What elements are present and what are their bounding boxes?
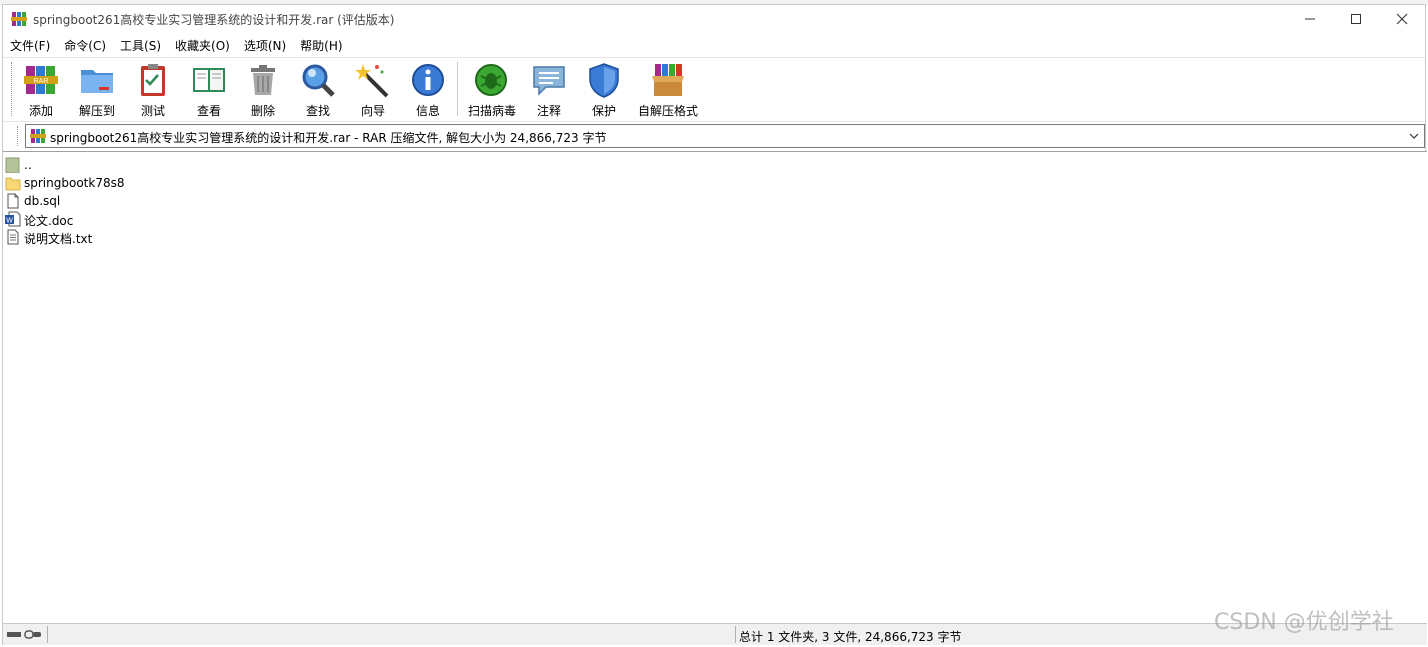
svg-text:RAR: RAR <box>34 78 49 85</box>
watermark: CSDN @优创学社 <box>1214 610 1394 635</box>
add-button[interactable]: RAR 添加 <box>13 60 69 118</box>
close-icon <box>1396 13 1408 25</box>
menu-tools[interactable]: 工具(S) <box>113 35 168 55</box>
file-name: db.sql <box>24 194 61 208</box>
title-bar: springboot261高校专业实习管理系统的设计和开发.rar (评估版本) <box>3 5 1425 33</box>
comment-button[interactable]: 注释 <box>521 60 577 118</box>
file-name: springbootk78s8 <box>24 176 125 190</box>
wizard-wand-icon <box>355 64 389 98</box>
text-file-icon <box>7 229 19 245</box>
info-label: 信息 <box>415 104 440 118</box>
file-name: 论文.doc <box>24 214 74 228</box>
info-button[interactable]: 信息 <box>400 60 456 118</box>
file-icon <box>7 193 19 209</box>
maximize-icon <box>1351 14 1361 24</box>
chevron-down-icon[interactable] <box>1408 129 1420 143</box>
status-divider <box>47 626 48 643</box>
sfx-box-icon <box>652 64 684 96</box>
find-button[interactable]: 查找 <box>290 60 346 118</box>
address-bar: springboot261高校专业实习管理系统的设计和开发.rar - RAR … <box>3 121 1425 149</box>
view-button[interactable]: 查看 <box>181 60 237 118</box>
svg-text:W: W <box>6 218 13 225</box>
view-label: 查看 <box>196 104 221 118</box>
drive-network-icon[interactable] <box>5 626 45 643</box>
rar-archive-icon <box>30 129 46 143</box>
comment-label: 注释 <box>536 104 561 118</box>
minimize-icon <box>1305 18 1315 20</box>
wizard-button[interactable]: 向导 <box>345 60 401 118</box>
sfx-label: 自解压格式 <box>637 104 698 118</box>
virus-scan-icon <box>475 64 507 96</box>
menu-help[interactable]: 帮助(H) <box>293 35 349 55</box>
test-label: 测试 <box>140 104 165 118</box>
address-text: springboot261高校专业实习管理系统的设计和开发.rar - RAR … <box>50 131 607 145</box>
address-grip[interactable] <box>17 126 20 146</box>
winrar-app-icon <box>11 12 27 26</box>
protect-button[interactable]: 保护 <box>576 60 632 118</box>
menu-file[interactable]: 文件(F) <box>3 35 57 55</box>
maximize-button[interactable] <box>1333 5 1379 33</box>
test-clipboard-icon <box>141 64 165 96</box>
scan-virus-button[interactable]: 扫描病毒 <box>463 60 521 118</box>
info-icon <box>412 64 444 96</box>
status-divider <box>735 626 736 643</box>
shield-icon <box>589 63 619 98</box>
extract-folder-icon <box>81 70 113 93</box>
list-item[interactable]: springbootk78s8 <box>5 174 605 192</box>
folder-icon <box>5 177 21 191</box>
trash-icon <box>251 65 275 95</box>
word-document-icon: W <box>5 211 21 227</box>
file-name: 说明文档.txt <box>24 232 93 246</box>
magnifier-icon <box>302 64 335 97</box>
close-button[interactable] <box>1379 5 1425 33</box>
scan-virus-label: 扫描病毒 <box>467 104 516 118</box>
add-archive-icon: RAR <box>24 66 58 94</box>
menu-options[interactable]: 选项(N) <box>237 35 293 55</box>
file-name: .. <box>24 158 32 172</box>
list-item[interactable]: W 论文.doc <box>5 210 605 228</box>
wizard-label: 向导 <box>360 104 385 118</box>
comment-icon <box>533 66 565 96</box>
file-list: .. springbootk78s8 db.sql W 论文.doc 说明文档.… <box>3 151 1427 623</box>
protect-label: 保护 <box>591 104 616 118</box>
test-button[interactable]: 测试 <box>125 60 181 118</box>
list-item[interactable]: .. <box>5 156 605 174</box>
toolbar-separator <box>457 62 458 116</box>
menu-bar: 文件(F) 命令(C) 工具(S) 收藏夹(O) 选项(N) 帮助(H) <box>3 35 1425 55</box>
menu-favorites[interactable]: 收藏夹(O) <box>168 35 237 55</box>
delete-label: 删除 <box>250 104 275 118</box>
find-label: 查找 <box>305 104 330 118</box>
view-book-icon <box>193 68 225 92</box>
extract-to-label: 解压到 <box>78 104 115 118</box>
window-title: springboot261高校专业实习管理系统的设计和开发.rar (评估版本) <box>33 13 395 27</box>
address-dropdown[interactable]: springboot261高校专业实习管理系统的设计和开发.rar - RAR … <box>25 124 1425 148</box>
minimize-button[interactable] <box>1287 5 1333 33</box>
menu-commands[interactable]: 命令(C) <box>57 35 113 55</box>
winrar-window: springboot261高校专业实习管理系统的设计和开发.rar (评估版本)… <box>2 4 1427 645</box>
sfx-button[interactable]: 自解压格式 <box>633 60 703 118</box>
list-item[interactable]: db.sql <box>5 192 605 210</box>
list-item[interactable]: 说明文档.txt <box>5 228 605 246</box>
status-summary: 总计 1 文件夹, 3 文件, 24,866,723 字节 <box>739 630 962 644</box>
toolbar: RAR 添加 解压到 测试 查看 删除 查找 向导 信息 扫描病毒 注释 保护 … <box>3 57 1425 119</box>
extract-to-button[interactable]: 解压到 <box>69 60 125 118</box>
delete-button[interactable]: 删除 <box>235 60 291 118</box>
add-label: 添加 <box>28 104 53 118</box>
parent-folder-icon <box>5 157 20 173</box>
